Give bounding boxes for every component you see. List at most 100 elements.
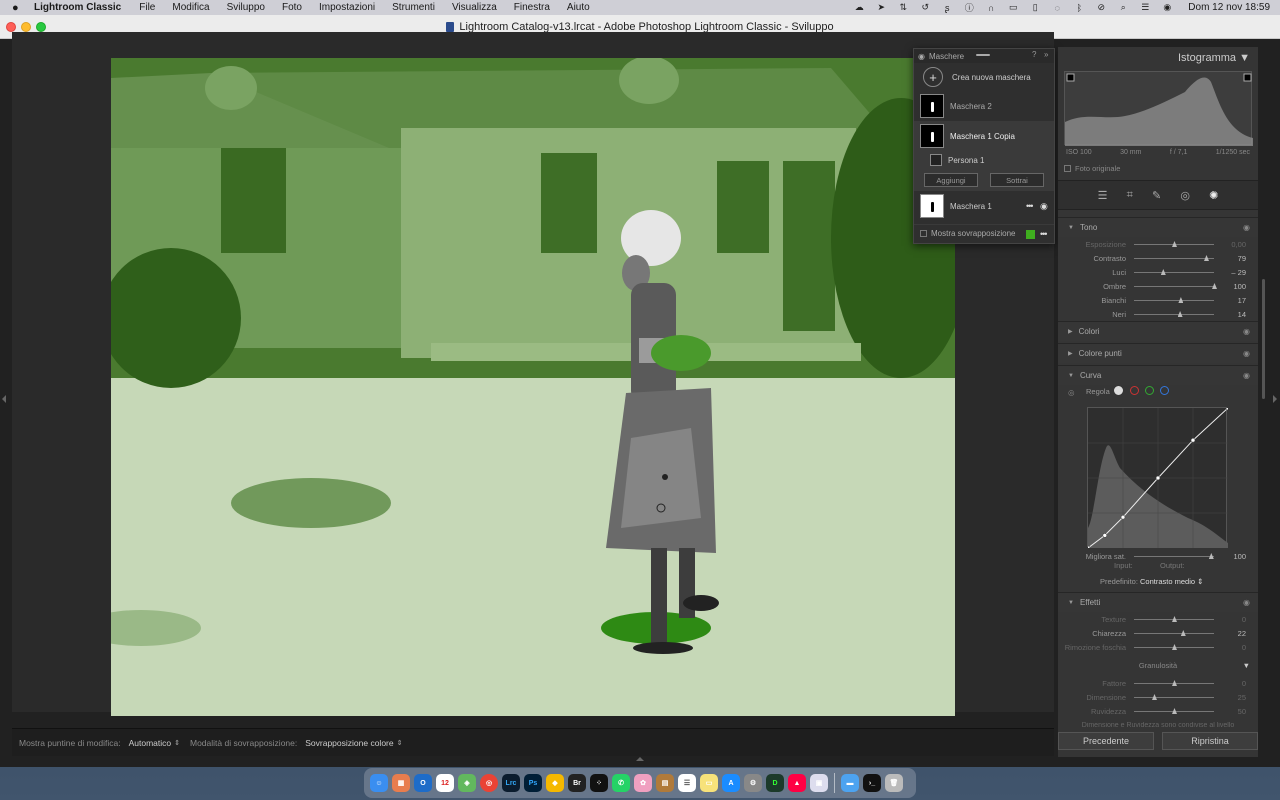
slider-track[interactable] [1134, 269, 1214, 275]
effects-slider-0[interactable]: Texture 0 [1058, 612, 1258, 626]
slider-value[interactable]: – 29 [1231, 268, 1246, 277]
collapse-icon[interactable]: » [1044, 50, 1048, 59]
no-wifi-icon[interactable]: ⊘ [1090, 0, 1112, 15]
photo-preview[interactable] [111, 58, 955, 716]
add-button[interactable]: Aggiungi [924, 173, 978, 187]
notes-icon[interactable]: ▤ [656, 774, 674, 792]
slider-track[interactable] [1134, 283, 1217, 289]
grain-slider-1[interactable]: Dimensione 25 [1058, 690, 1258, 704]
tone-slider-2[interactable]: Luci – 29 [1058, 265, 1258, 279]
slider-value[interactable]: 17 [1238, 296, 1246, 305]
tone-curve[interactable] [1085, 405, 1231, 551]
mask-item-2[interactable]: Maschera 2 [914, 91, 1054, 121]
mask-item-1[interactable]: Maschera 1 ••• ◉ [914, 191, 1054, 221]
channel-rgb-button[interactable] [1114, 386, 1123, 395]
apple-icon[interactable]: ● [12, 2, 28, 14]
grain-slider-2[interactable]: Ruvidezza 50 [1058, 704, 1258, 718]
slider-knob[interactable] [1208, 553, 1214, 559]
menu-file[interactable]: File [139, 2, 155, 13]
eye-icon[interactable]: ◉ [918, 52, 925, 61]
histogram-title[interactable]: Istogramma ▼ [1178, 52, 1250, 64]
terminal-icon[interactable]: ›_ [863, 774, 881, 792]
affinity-icon[interactable]: ▲ [788, 774, 806, 792]
slider-knob[interactable] [1172, 708, 1177, 714]
photos-icon[interactable]: ✿ [634, 774, 652, 792]
slider-knob[interactable] [1160, 269, 1166, 275]
menubar-clock[interactable]: Dom 12 nov 18:59 [1188, 2, 1270, 13]
wifi-off-icon[interactable]: ◌ [1046, 0, 1068, 15]
reminders-icon[interactable]: ☰ [678, 774, 696, 792]
eye-icon[interactable]: ◉ [1243, 223, 1250, 232]
show-overlay-checkbox[interactable] [920, 230, 927, 237]
tone-slider-0[interactable]: Esposizione 0,00 [1058, 237, 1258, 251]
menu-finestra[interactable]: Finestra [514, 2, 550, 13]
refine-saturation-slider[interactable]: Migliora sat. 100 [1058, 549, 1258, 563]
slider-value[interactable]: 0 [1242, 615, 1246, 624]
minimize-window-button[interactable] [21, 22, 31, 32]
slider-value[interactable]: 14 [1238, 310, 1246, 319]
overlay-mode-select[interactable]: Sovrapposizione colore [305, 738, 393, 748]
tone-header[interactable]: ▼ Tono ◉ [1058, 217, 1258, 237]
drag-handle[interactable] [976, 54, 990, 56]
help-icon[interactable]: ? [1032, 50, 1036, 59]
bottom-panel-toggle-icon[interactable] [636, 757, 644, 761]
shazam-icon[interactable]: ʂ [936, 0, 958, 15]
cursor-icon[interactable]: ➤ [870, 0, 892, 15]
channel-green-button[interactable] [1145, 386, 1154, 395]
lightroom-icon[interactable]: Lrc [502, 774, 520, 792]
sketch-icon[interactable]: ◆ [546, 774, 564, 792]
slider-knob[interactable] [1172, 616, 1177, 622]
slider-knob[interactable] [1177, 311, 1183, 317]
zoom-window-button[interactable] [36, 22, 46, 32]
slider-knob[interactable] [1172, 680, 1177, 686]
slider-track[interactable] [1134, 630, 1214, 636]
slider-track[interactable] [1134, 644, 1214, 650]
channel-blue-button[interactable] [1160, 386, 1169, 395]
slider-knob[interactable] [1212, 283, 1217, 289]
preview-icon[interactable]: ▣ [810, 774, 828, 792]
histogram[interactable] [1064, 71, 1253, 146]
display-icon[interactable]: ▭ [1002, 0, 1024, 15]
slider-value[interactable]: 50 [1238, 707, 1246, 716]
whatsapp-icon[interactable]: ✆ [612, 774, 630, 792]
right-panel-toggle-icon[interactable] [1273, 395, 1277, 403]
curve-header[interactable]: ▼ Curva ◉ [1058, 365, 1258, 385]
slider-track[interactable] [1134, 680, 1214, 686]
curve-point-1[interactable] [1102, 533, 1108, 538]
visibility-eye-icon[interactable]: ◉ [1040, 201, 1048, 212]
mask-item-1-copy[interactable]: Maschera 1 Copia [914, 121, 1054, 151]
battery-icon[interactable]: ▯ [1024, 0, 1046, 15]
slider-track[interactable] [1134, 708, 1214, 714]
slider-value[interactable]: 22 [1238, 629, 1246, 638]
chevron-down-icon[interactable]: ⇕ [174, 739, 180, 747]
photoshop-icon[interactable]: Ps [524, 774, 542, 792]
edit-sliders-icon[interactable]: ☰ [1098, 189, 1108, 202]
previous-button[interactable]: Precedente [1058, 732, 1154, 750]
original-photo-checkbox[interactable] [1064, 165, 1071, 172]
refine-saturation-value[interactable]: 100 [1233, 552, 1246, 561]
tone-slider-5[interactable]: Neri 14 [1058, 307, 1258, 321]
maps-icon[interactable]: ◈ [458, 774, 476, 792]
bridge-icon[interactable]: Br [568, 774, 586, 792]
slider-value[interactable]: 0 [1242, 643, 1246, 652]
close-window-button[interactable] [6, 22, 16, 32]
slider-knob[interactable] [1178, 297, 1184, 303]
eye-icon[interactable]: ◉ [1243, 327, 1250, 336]
slider-track[interactable] [1134, 311, 1214, 317]
bluetooth-icon[interactable]: ᛒ [1068, 0, 1090, 15]
calendar-icon[interactable]: 12 [436, 774, 454, 792]
preset-select[interactable]: Contrasto medio ⇕ [1140, 577, 1203, 586]
slider-knob[interactable] [1172, 644, 1177, 650]
target-adjust-icon[interactable]: ◎ [1068, 388, 1075, 397]
launchpad-icon[interactable]: ▦ [392, 774, 410, 792]
dots-app-icon[interactable]: ⁘ [590, 774, 608, 792]
more-icon[interactable]: ••• [1026, 201, 1034, 211]
tone-slider-4[interactable]: Bianchi 17 [1058, 293, 1258, 307]
settings-icon[interactable]: ⚙ [744, 774, 762, 792]
heal-icon[interactable]: ✎ [1152, 189, 1161, 202]
menu-sviluppo[interactable]: Sviluppo [227, 2, 265, 13]
panel-scrollbar[interactable] [1262, 279, 1265, 399]
curve-point-4[interactable] [1190, 437, 1196, 443]
grain-header[interactable]: Granulosità ▼ [1058, 654, 1258, 676]
dash-icon[interactable]: D [766, 774, 784, 792]
